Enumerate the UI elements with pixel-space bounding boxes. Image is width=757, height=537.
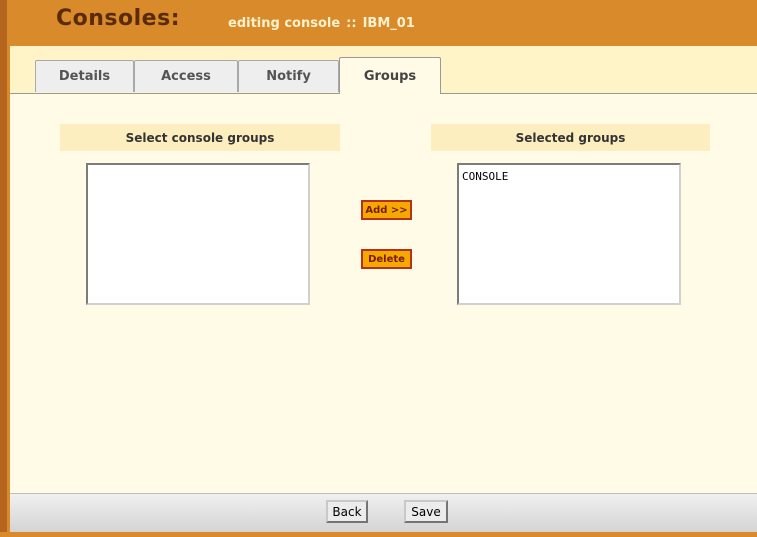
footer-bar bbox=[10, 493, 757, 532]
delete-button[interactable]: Delete bbox=[361, 249, 412, 269]
available-groups-list[interactable] bbox=[86, 163, 310, 305]
console-name: IBM_01 bbox=[362, 16, 415, 31]
back-button[interactable]: Back bbox=[326, 500, 368, 523]
tab-groups[interactable]: Groups bbox=[339, 57, 441, 94]
list-item[interactable]: CONSOLE bbox=[462, 170, 676, 183]
subtitle-prefix: editing console bbox=[228, 16, 341, 31]
tab-access[interactable]: Access bbox=[134, 60, 238, 92]
select-console-groups-header: Select console groups bbox=[60, 124, 340, 151]
save-button[interactable]: Save bbox=[404, 500, 448, 523]
tab-notify[interactable]: Notify bbox=[238, 60, 339, 92]
page-header: Consoles: editing console:: IBM_01 bbox=[10, 0, 757, 46]
frame-border-bottom bbox=[0, 532, 757, 537]
add-button[interactable]: Add >> bbox=[361, 200, 412, 220]
tab-details[interactable]: Details bbox=[35, 60, 134, 92]
selected-groups-header: Selected groups bbox=[431, 124, 710, 151]
page-subtitle: editing console:: IBM_01 bbox=[228, 16, 415, 31]
subtitle-separator: :: bbox=[346, 16, 357, 31]
selected-groups-list[interactable]: CONSOLE bbox=[457, 163, 681, 305]
page-title: Consoles: bbox=[56, 6, 180, 31]
frame-border-left bbox=[0, 0, 7, 537]
